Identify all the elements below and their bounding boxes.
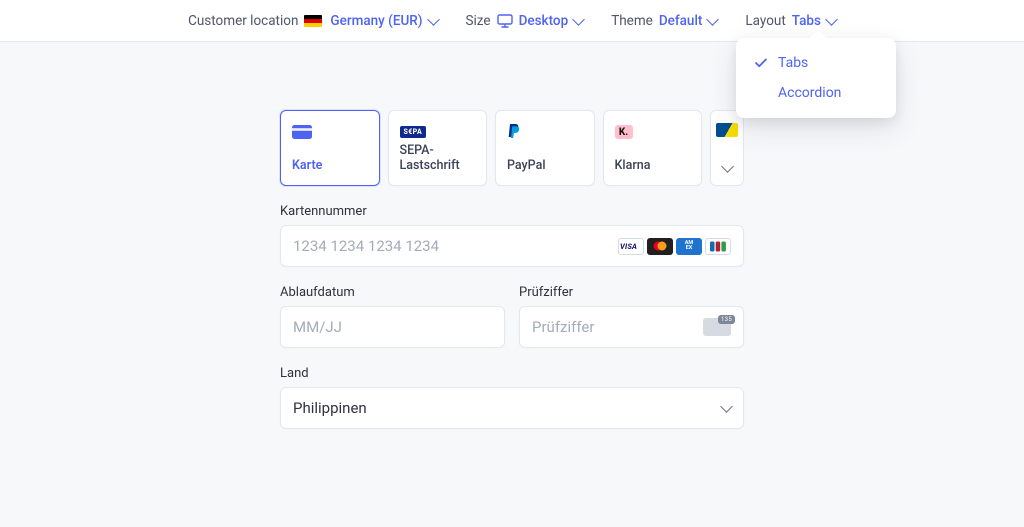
layout-option-tabs[interactable]: Tabs <box>736 48 896 78</box>
mastercard-icon <box>647 238 673 255</box>
size-label: Size <box>466 13 491 29</box>
theme-label: Theme <box>611 13 653 29</box>
country-label: Land <box>280 366 744 381</box>
customer-location-value: Germany (EUR) <box>330 13 422 29</box>
klarna-icon: K. <box>615 123 691 141</box>
card-number-input[interactable]: 1234 1234 1234 1234 VISA AM EX <box>280 225 744 267</box>
check-icon <box>754 58 768 68</box>
layout-label: Layout <box>745 13 785 29</box>
cvc-placeholder: Prüfziffer <box>532 318 703 336</box>
svg-text:VISA: VISA <box>620 242 637 250</box>
payment-form: Karte S€PA SEPA-Lastschrift PayPal K. <box>280 110 744 429</box>
layout-control[interactable]: Layout Tabs <box>745 13 836 29</box>
cvc-card-icon <box>703 318 731 336</box>
sepa-icon: S€PA <box>400 123 476 141</box>
chevron-down-icon <box>572 13 585 26</box>
payment-tab-paypal[interactable]: PayPal <box>495 110 595 186</box>
expiry-label: Ablaufdatum <box>280 285 505 300</box>
customer-location-label: Customer location <box>188 13 298 29</box>
country-block: Land Philippinen <box>280 366 744 429</box>
payment-tab-card[interactable]: Karte <box>280 110 380 186</box>
card-number-block: Kartennummer 1234 1234 1234 1234 VISA AM… <box>280 204 744 267</box>
cvc-label: Prüfziffer <box>519 285 744 300</box>
size-value: Desktop <box>519 13 569 29</box>
size-control[interactable]: Size Desktop <box>466 13 584 29</box>
payment-tab-sepa[interactable]: S€PA SEPA-Lastschrift <box>388 110 488 186</box>
paypal-icon <box>507 123 583 141</box>
chevron-down-icon <box>720 400 733 413</box>
visa-icon: VISA <box>618 238 644 255</box>
payment-method-tabs: Karte S€PA SEPA-Lastschrift PayPal K. <box>280 110 744 186</box>
theme-value: Default <box>659 13 703 29</box>
customer-location-control[interactable]: Customer location Germany (EUR) <box>188 13 437 29</box>
card-number-label: Kartennummer <box>280 204 744 219</box>
amex-icon: AM EX <box>676 238 702 255</box>
layout-option-accordion[interactable]: Accordion <box>736 78 896 108</box>
chevron-down-icon <box>721 160 734 173</box>
chevron-down-icon <box>825 13 838 26</box>
card-brand-icons: VISA AM EX <box>618 238 731 255</box>
payment-tab-klarna[interactable]: K. Klarna <box>603 110 703 186</box>
layout-option-label: Tabs <box>778 55 808 71</box>
country-select[interactable]: Philippinen <box>280 387 744 429</box>
country-value: Philippinen <box>293 399 722 417</box>
payment-tab-label: Karte <box>292 158 368 174</box>
layout-value: Tabs <box>792 13 821 29</box>
expiry-placeholder: MM/JJ <box>293 318 492 336</box>
payment-tab-more[interactable] <box>710 110 744 186</box>
jcb-icon <box>705 238 731 255</box>
card-number-placeholder: 1234 1234 1234 1234 <box>293 237 618 255</box>
card-icon <box>292 123 368 141</box>
config-topbar: Customer location Germany (EUR) Size Des… <box>0 0 1024 42</box>
expiry-block: Ablaufdatum MM/JJ <box>280 285 505 348</box>
theme-control[interactable]: Theme Default <box>611 13 717 29</box>
chevron-down-icon <box>707 13 720 26</box>
bancontact-icon <box>716 123 738 137</box>
payment-tab-label: SEPA-Lastschrift <box>400 143 476 174</box>
cvc-input[interactable]: Prüfziffer <box>519 306 744 348</box>
chevron-down-icon <box>427 13 440 26</box>
layout-option-label: Accordion <box>778 85 841 101</box>
payment-tab-label: Klarna <box>615 158 691 174</box>
cvc-block: Prüfziffer Prüfziffer <box>519 285 744 348</box>
layout-dropdown: Tabs Accordion <box>736 38 896 118</box>
payment-tab-label: PayPal <box>507 158 583 174</box>
desktop-icon <box>497 14 513 28</box>
expiry-input[interactable]: MM/JJ <box>280 306 505 348</box>
germany-flag-icon <box>304 15 322 27</box>
